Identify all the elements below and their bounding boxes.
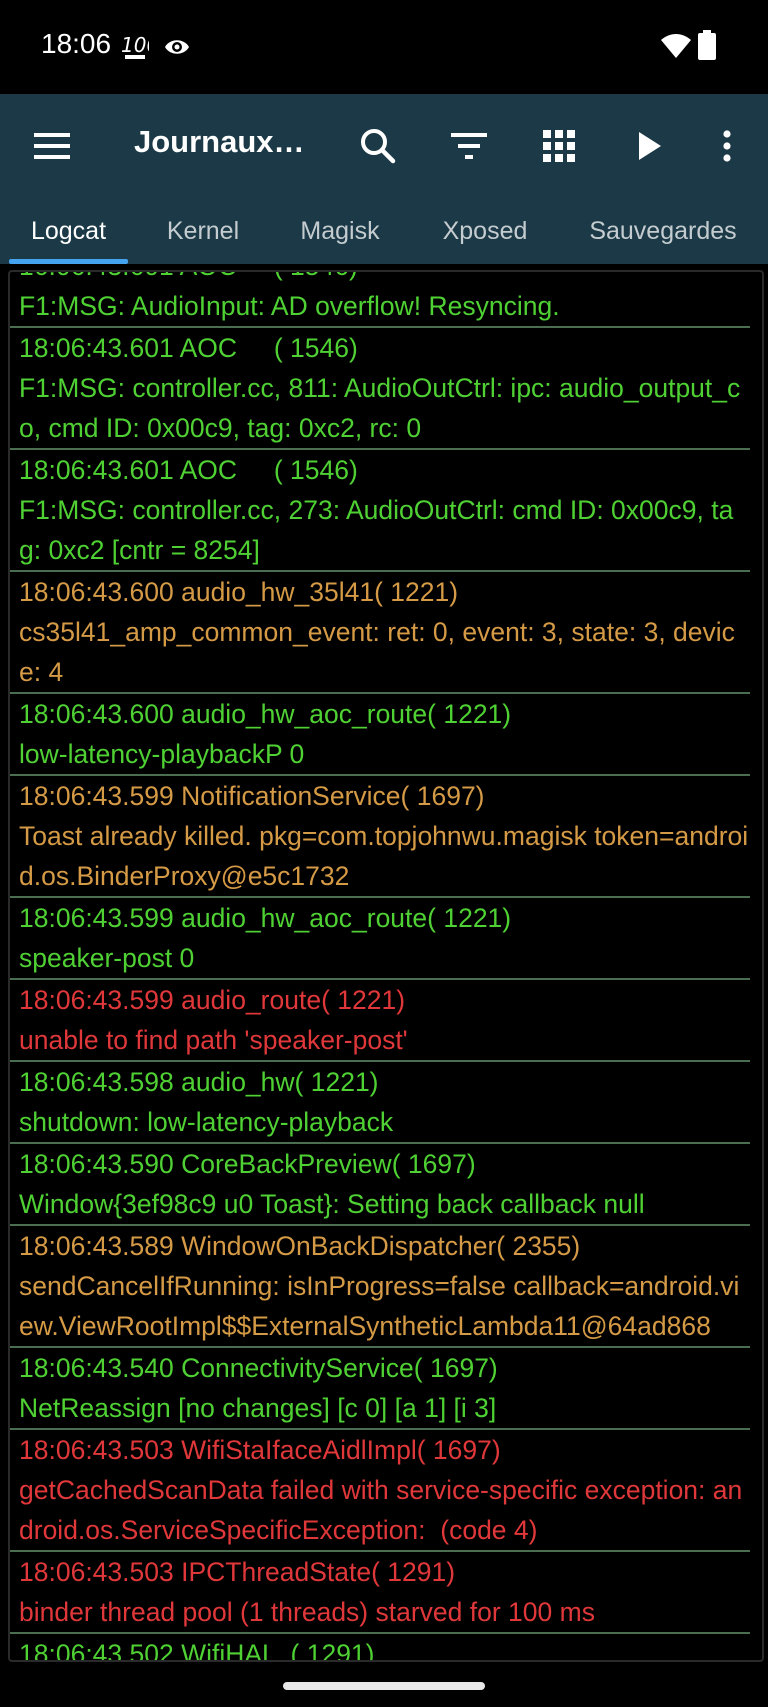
notification-icon: 100: [121, 32, 159, 67]
log-entry-message: Toast already killed. pkg=com.topjohnwu.…: [19, 821, 749, 891]
log-entry-header: 18:06:43.590 CoreBackPreview( 1697): [19, 1149, 476, 1179]
log-entry-message: sendCancelIfRunning: isInProgress=false …: [19, 1271, 740, 1341]
search-icon[interactable]: [348, 116, 408, 176]
log-entry-header: 18:06:43.601 AOC ( 1546): [19, 333, 358, 363]
tab-bar: Logcat Kernel Magisk Xposed Sauvegardes: [0, 198, 768, 264]
log-entry-message: F1:MSG: controller.cc, 811: AudioOutCtrl…: [19, 373, 741, 443]
log-entry-header: 18:06:43.601 AOC ( 1546): [19, 455, 358, 485]
log-list[interactable]: 16:06:43.601 AOC ( 1546) F1:MSG: AudioInp…: [10, 272, 750, 1662]
log-entry-header: 18:06:43.598 audio_hw( 1221): [19, 1067, 379, 1097]
log-entry-header: 18:06:43.503 WifiStaIfaceAidlImpl( 1697): [19, 1435, 501, 1465]
log-entry-header: 18:06:43.599 audio_hw_aoc_route( 1221): [19, 903, 512, 933]
log-entry-message: F1:MSG: controller.cc, 273: AudioOutCtrl…: [19, 495, 734, 565]
log-entry[interactable]: 18:06:43.502 WifiHAL ( 1291): [10, 1634, 750, 1662]
play-icon[interactable]: [620, 116, 680, 176]
log-entry[interactable]: 18:06:43.601 AOC ( 1546) F1:MSG: controll…: [10, 450, 750, 572]
log-entry[interactable]: 18:06:43.600 audio_hw_aoc_route( 1221) lo…: [10, 694, 750, 776]
log-entry-header: 16:06:43.601 AOC ( 1546): [19, 272, 750, 286]
more-vert-icon[interactable]: [697, 116, 757, 176]
svg-text:100: 100: [121, 33, 149, 57]
log-entry[interactable]: 18:06:43.600 audio_hw_35l41( 1221) cs35l4…: [10, 572, 750, 694]
log-entry-message: F1:MSG: AudioInput: AD overflow! Resynci…: [19, 291, 560, 321]
page-title: Journaux…: [134, 124, 305, 159]
log-entry[interactable]: 18:06:43.599 NotificationService( 1697) T…: [10, 776, 750, 898]
log-entry[interactable]: 18:06:43.599 audio_route( 1221) unable to…: [10, 980, 750, 1062]
log-entry-header: 18:06:43.589 WindowOnBackDispatcher( 235…: [19, 1231, 581, 1261]
log-panel[interactable]: 16:06:43.601 AOC ( 1546) F1:MSG: AudioInp…: [8, 270, 764, 1662]
log-entry-message: shutdown: low-latency-playback: [19, 1107, 394, 1137]
status-bar: 18:06 100: [0, 0, 768, 94]
log-entry-message: getCachedScanData failed with service-sp…: [19, 1475, 743, 1545]
eye-icon: [163, 36, 191, 63]
log-entry-header: 18:06:43.599 audio_route( 1221): [19, 985, 406, 1015]
log-entry[interactable]: 16:06:43.601 AOC ( 1546) F1:MSG: AudioInp…: [10, 272, 750, 328]
log-entry-header: 18:06:43.502 WifiHAL ( 1291): [19, 1639, 375, 1662]
log-entry[interactable]: 18:06:43.503 WifiStaIfaceAidlImpl( 1697)…: [10, 1430, 750, 1552]
battery-icon: [698, 30, 716, 65]
log-entry-message: cs35l41_amp_common_event: ret: 0, event:…: [19, 617, 735, 687]
log-entry-message: speaker-post 0: [19, 943, 195, 973]
log-entry-message: binder thread pool (1 threads) starved f…: [19, 1597, 595, 1627]
log-entry[interactable]: 18:06:43.601 AOC ( 1546) F1:MSG: controll…: [10, 328, 750, 450]
log-entry[interactable]: 18:06:43.503 IPCThreadState( 1291) binder…: [10, 1552, 750, 1634]
filter-icon[interactable]: [439, 116, 499, 176]
log-entry-message: unable to find path 'speaker-post': [19, 1025, 408, 1055]
log-entry[interactable]: 18:06:43.540 ConnectivityService( 1697) N…: [10, 1348, 750, 1430]
status-time: 18:06: [41, 28, 112, 59]
gesture-nav-handle[interactable]: [283, 1682, 485, 1690]
tab-sauvegardes[interactable]: Sauvegardes: [580, 198, 746, 264]
tab-indicator: [9, 259, 128, 264]
tab-magisk[interactable]: Magisk: [285, 198, 395, 264]
tab-logcat[interactable]: Logcat: [9, 198, 128, 264]
log-entry-message: low-latency-playbackP 0: [19, 739, 305, 769]
log-entry[interactable]: 18:06:43.590 CoreBackPreview( 1697) Windo…: [10, 1144, 750, 1226]
log-entry-header: 18:06:43.599 NotificationService( 1697): [19, 781, 485, 811]
log-entry-header: 18:06:43.540 ConnectivityService( 1697): [19, 1353, 498, 1383]
log-entry[interactable]: 18:06:43.598 audio_hw( 1221) shutdown: lo…: [10, 1062, 750, 1144]
grid-icon[interactable]: [529, 116, 589, 176]
menu-icon[interactable]: [22, 116, 82, 176]
log-entry-message: Window{3ef98c9 u0 Toast}: Setting back c…: [19, 1189, 645, 1219]
log-entry-message: NetReassign [no changes] [c 0] [a 1] [i …: [19, 1393, 497, 1423]
log-entry-header: 18:06:43.503 IPCThreadState( 1291): [19, 1557, 456, 1587]
tab-xposed[interactable]: Xposed: [430, 198, 540, 264]
log-entry-header: 18:06:43.600 audio_hw_aoc_route( 1221): [19, 699, 512, 729]
app-toolbar: Journaux…: [0, 94, 768, 198]
wifi-icon: [660, 32, 692, 65]
log-entry[interactable]: 18:06:43.599 audio_hw_aoc_route( 1221) sp…: [10, 898, 750, 980]
log-entry[interactable]: 18:06:43.589 WindowOnBackDispatcher( 235…: [10, 1226, 750, 1348]
tab-kernel[interactable]: Kernel: [148, 198, 258, 264]
log-entry-header: 18:06:43.600 audio_hw_35l41( 1221): [19, 577, 459, 607]
